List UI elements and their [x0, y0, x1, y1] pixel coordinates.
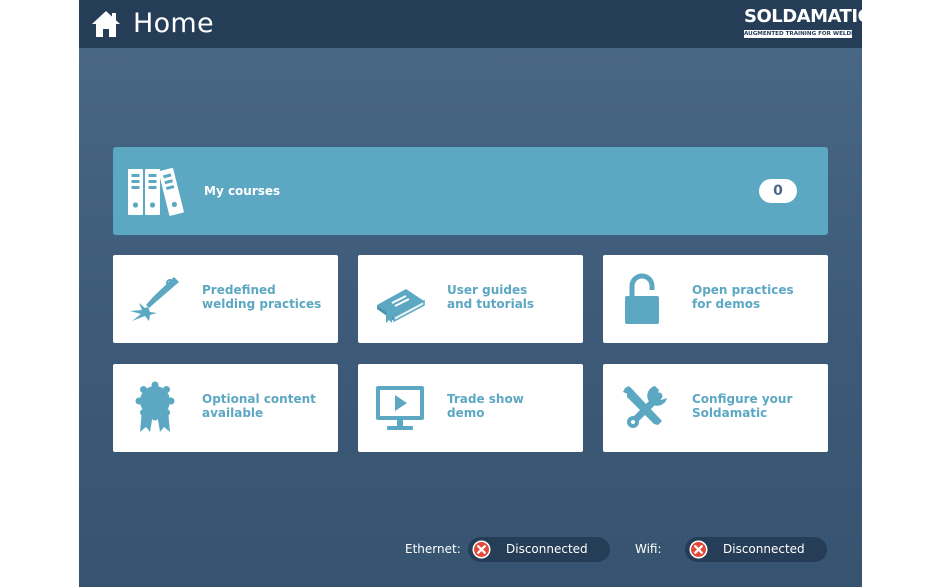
ethernet-status-text: Disconnected — [506, 542, 588, 556]
tile-label: User guides and tutorials — [447, 283, 535, 311]
header-bar: Home SOLDAMATIC AUGMENTED TRAINING FOR W… — [79, 0, 871, 48]
binders-icon — [128, 167, 184, 216]
open-practices-demos-tile[interactable]: Open practices for demos — [603, 255, 828, 343]
app-window: Home SOLDAMATIC AUGMENTED TRAINING FOR W… — [79, 0, 871, 587]
tile-label: Open practices for demos — [692, 283, 794, 311]
logo-tagline: AUGMENTED TRAINING FOR WELDING — [744, 30, 852, 38]
home-icon[interactable] — [91, 10, 121, 38]
logo-wordmark: SOLDAMATIC — [744, 6, 871, 27]
optional-content-tile[interactable]: Optional content available — [113, 364, 338, 452]
wifi-status-text: Disconnected — [723, 542, 805, 556]
ethernet-status-badge: Disconnected — [468, 537, 610, 562]
wifi-status-badge: Disconnected — [685, 537, 827, 562]
brand-logo: SOLDAMATIC AUGMENTED TRAINING FOR WELDIN… — [744, 6, 871, 42]
tile-label: Configure your Soldamatic — [692, 392, 793, 420]
tile-label: Predefined welding practices — [202, 283, 322, 311]
award-ribbon-icon — [135, 381, 175, 432]
monitor-play-icon — [376, 386, 424, 430]
welding-torch-icon — [130, 277, 179, 321]
configure-soldamatic-tile[interactable]: Configure your Soldamatic — [603, 364, 828, 452]
book-icon — [377, 289, 425, 323]
tile-label: Optional content available — [202, 392, 316, 420]
wifi-label: Wifi: — [635, 542, 662, 556]
user-guides-tutorials-tile[interactable]: User guides and tutorials — [358, 255, 583, 343]
predefined-welding-practices-tile[interactable]: Predefined welding practices — [113, 255, 338, 343]
unlocked-padlock-icon — [625, 273, 659, 324]
error-icon — [472, 540, 491, 559]
my-courses-label: My courses — [204, 184, 281, 198]
tools-icon — [623, 386, 667, 428]
my-courses-button[interactable]: My courses 0 — [113, 147, 828, 235]
page-title: Home — [133, 8, 214, 39]
courses-count-badge: 0 — [759, 179, 797, 203]
ethernet-label: Ethernet: — [405, 542, 461, 556]
error-icon — [689, 540, 708, 559]
trade-show-demo-tile[interactable]: Trade show demo — [358, 364, 583, 452]
tile-label: Trade show demo — [447, 392, 524, 420]
